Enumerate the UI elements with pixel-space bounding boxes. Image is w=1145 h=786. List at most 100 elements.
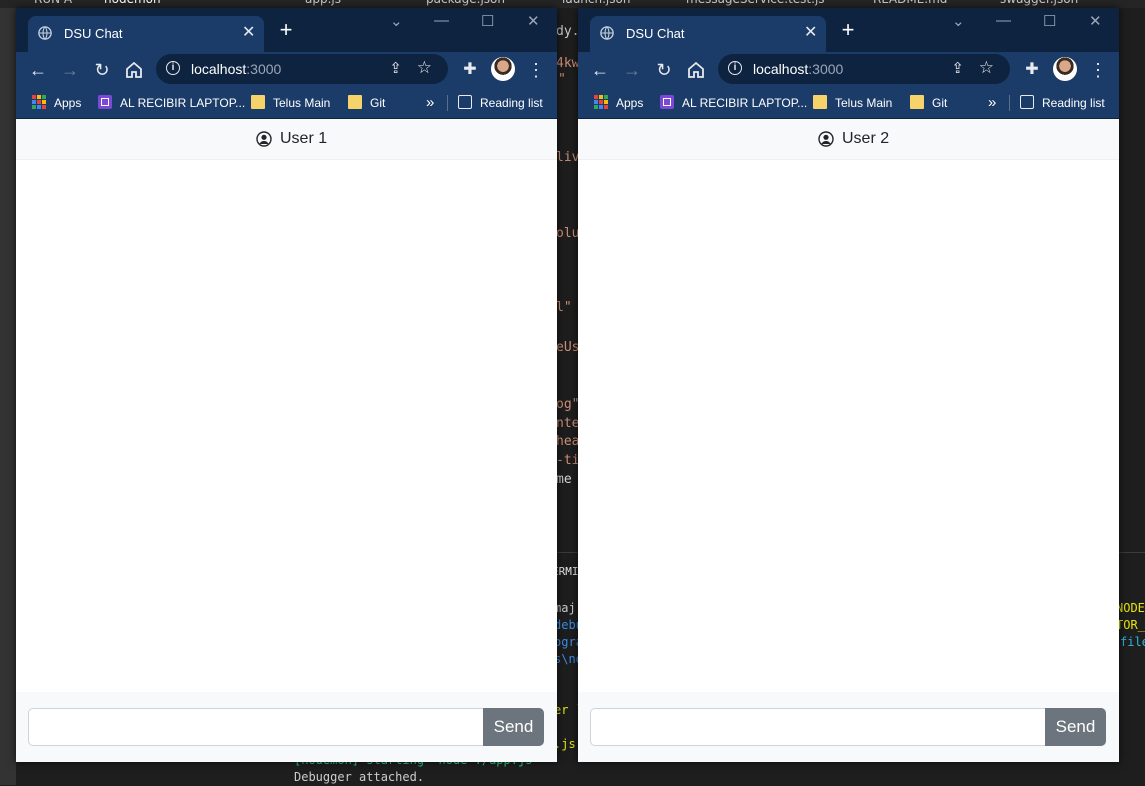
bookmark-page-icon	[660, 95, 674, 109]
user-name: User 2	[842, 130, 890, 147]
code-fragment: hea	[556, 434, 580, 449]
bookmark-folder[interactable]: Git	[348, 93, 385, 113]
bookmark-star-icon[interactable]: ☆	[417, 58, 432, 78]
globe-icon	[38, 26, 52, 40]
bookmark-folder[interactable]: Git	[910, 93, 947, 113]
vscode-tab[interactable]: swagger.json	[1000, 0, 1078, 8]
home-icon[interactable]	[684, 58, 708, 82]
vscode-tab[interactable]: nodemon	[104, 0, 161, 8]
bookmark-item[interactable]: AL RECIBIR LAPTOP...	[660, 93, 807, 113]
send-button[interactable]: Send	[1045, 708, 1106, 746]
extensions-icon[interactable]: ✚	[1020, 58, 1044, 82]
close-window-button[interactable]: ✕	[527, 12, 540, 30]
reading-list[interactable]: Reading list	[1020, 93, 1105, 113]
vscode-tab[interactable]: package.json	[426, 0, 505, 8]
user-circle-icon	[256, 131, 272, 147]
vscode-tab-strip: RUN A nodemon app.js package.json launch…	[0, 0, 1145, 8]
chat-footer: Send	[16, 692, 557, 762]
code-fragment: nte	[556, 416, 580, 431]
address-bar[interactable]: i localhost:3000 ⇪ ☆	[718, 54, 1010, 84]
tab-search-icon[interactable]: ⌄	[390, 12, 403, 30]
vscode-tab[interactable]: app.js	[305, 0, 341, 8]
new-tab-button[interactable]: +	[274, 18, 298, 42]
chat-header: User 2	[578, 119, 1119, 160]
menu-icon[interactable]: ⋮	[524, 58, 548, 82]
forward-icon[interactable]: →	[58, 58, 82, 82]
vscode-tab[interactable]: RUN A	[34, 0, 72, 8]
terminal-line: NODE_	[1116, 601, 1145, 615]
minimize-button[interactable]: —	[434, 12, 449, 29]
profile-avatar[interactable]	[491, 57, 515, 81]
new-tab-button[interactable]: +	[836, 18, 860, 42]
terminal-line: maj	[554, 601, 576, 615]
user-name: User 1	[280, 130, 328, 147]
forward-icon[interactable]: →	[620, 58, 644, 82]
menu-icon[interactable]: ⋮	[1086, 58, 1110, 82]
bookmark-folder[interactable]: Telus Main	[251, 93, 330, 113]
bookmark-folder[interactable]: Telus Main	[813, 93, 892, 113]
home-icon[interactable]	[122, 58, 146, 82]
bookmarks-overflow-icon[interactable]: »	[988, 93, 996, 113]
reload-icon[interactable]: ↻	[652, 58, 676, 82]
terminal-line: .js	[554, 737, 576, 751]
vscode-tab[interactable]: messageService.test.js	[686, 0, 825, 8]
bookmark-page-icon	[98, 95, 112, 109]
address-bar[interactable]: i localhost:3000 ⇪ ☆	[156, 54, 448, 84]
folder-icon	[813, 95, 827, 109]
close-tab-icon[interactable]: ✕	[804, 22, 817, 42]
back-icon[interactable]: ←	[588, 58, 612, 82]
title-bar: DSU Chat ✕ + ⌄ — ☐ ✕	[578, 8, 1119, 52]
maximize-button[interactable]: ☐	[1043, 12, 1056, 30]
code-fragment: liv	[556, 150, 580, 165]
send-button[interactable]: Send	[483, 708, 544, 746]
code-fragment: eUs	[556, 340, 580, 355]
site-info-icon[interactable]: i	[728, 61, 742, 75]
browser-window-2: DSU Chat ✕ + ⌄ — ☐ ✕ ← → ↻ i localhost:3…	[578, 8, 1119, 762]
chat-page: User 1 Send	[16, 119, 557, 762]
reading-list[interactable]: Reading list	[458, 93, 543, 113]
bookmark-apps[interactable]: Apps	[594, 93, 643, 113]
reading-list-icon	[1020, 95, 1034, 109]
tab-search-icon[interactable]: ⌄	[952, 12, 965, 30]
message-input[interactable]	[590, 708, 1046, 746]
maximize-button[interactable]: ☐	[481, 12, 494, 30]
folder-icon	[910, 95, 924, 109]
chat-page: User 2 Send	[578, 119, 1119, 762]
profile-avatar[interactable]	[1053, 57, 1077, 81]
back-icon[interactable]: ←	[26, 58, 50, 82]
bookmarks-bar: Apps AL RECIBIR LAPTOP... Telus Main Git…	[16, 88, 557, 119]
code-fragment: og"	[556, 397, 580, 412]
share-icon[interactable]: ⇪	[389, 59, 402, 77]
vscode-tab[interactable]: launch.json	[562, 0, 630, 8]
terminal-line: Debugger attached.	[294, 770, 425, 784]
url-text: localhost:3000	[191, 61, 282, 77]
close-window-button[interactable]: ✕	[1089, 12, 1102, 30]
tab-title: DSU Chat	[626, 26, 685, 41]
code-fragment: l"	[556, 300, 572, 315]
reload-icon[interactable]: ↻	[90, 58, 114, 82]
code-fragment: olu	[556, 226, 580, 241]
extensions-icon[interactable]: ✚	[458, 58, 482, 82]
code-fragment: 4kw	[556, 56, 580, 71]
browser-toolbar: ← → ↻ i localhost:3000 ⇪ ☆ ✚ ⋮	[16, 52, 557, 88]
vscode-activity-bar	[0, 8, 16, 785]
vscode-tab[interactable]: README.md	[873, 0, 947, 8]
minimize-button[interactable]: —	[996, 12, 1011, 29]
site-info-icon[interactable]: i	[166, 61, 180, 75]
user-circle-icon	[818, 131, 834, 147]
close-tab-icon[interactable]: ✕	[242, 22, 255, 42]
browser-tab[interactable]: DSU Chat ✕	[28, 16, 264, 52]
message-input[interactable]	[28, 708, 484, 746]
bookmark-item[interactable]: AL RECIBIR LAPTOP...	[98, 93, 245, 113]
apps-grid-icon	[594, 95, 608, 109]
code-fragment: "	[558, 72, 566, 87]
share-icon[interactable]: ⇪	[951, 59, 964, 77]
code-fragment: me	[556, 472, 572, 487]
bookmarks-overflow-icon[interactable]: »	[426, 93, 434, 113]
bookmark-apps[interactable]: Apps	[32, 93, 81, 113]
browser-tab[interactable]: DSU Chat ✕	[590, 16, 826, 52]
globe-icon	[600, 26, 614, 40]
browser-toolbar: ← → ↻ i localhost:3000 ⇪ ☆ ✚ ⋮	[578, 52, 1119, 88]
bookmarks-divider	[1009, 95, 1010, 111]
bookmark-star-icon[interactable]: ☆	[979, 58, 994, 78]
